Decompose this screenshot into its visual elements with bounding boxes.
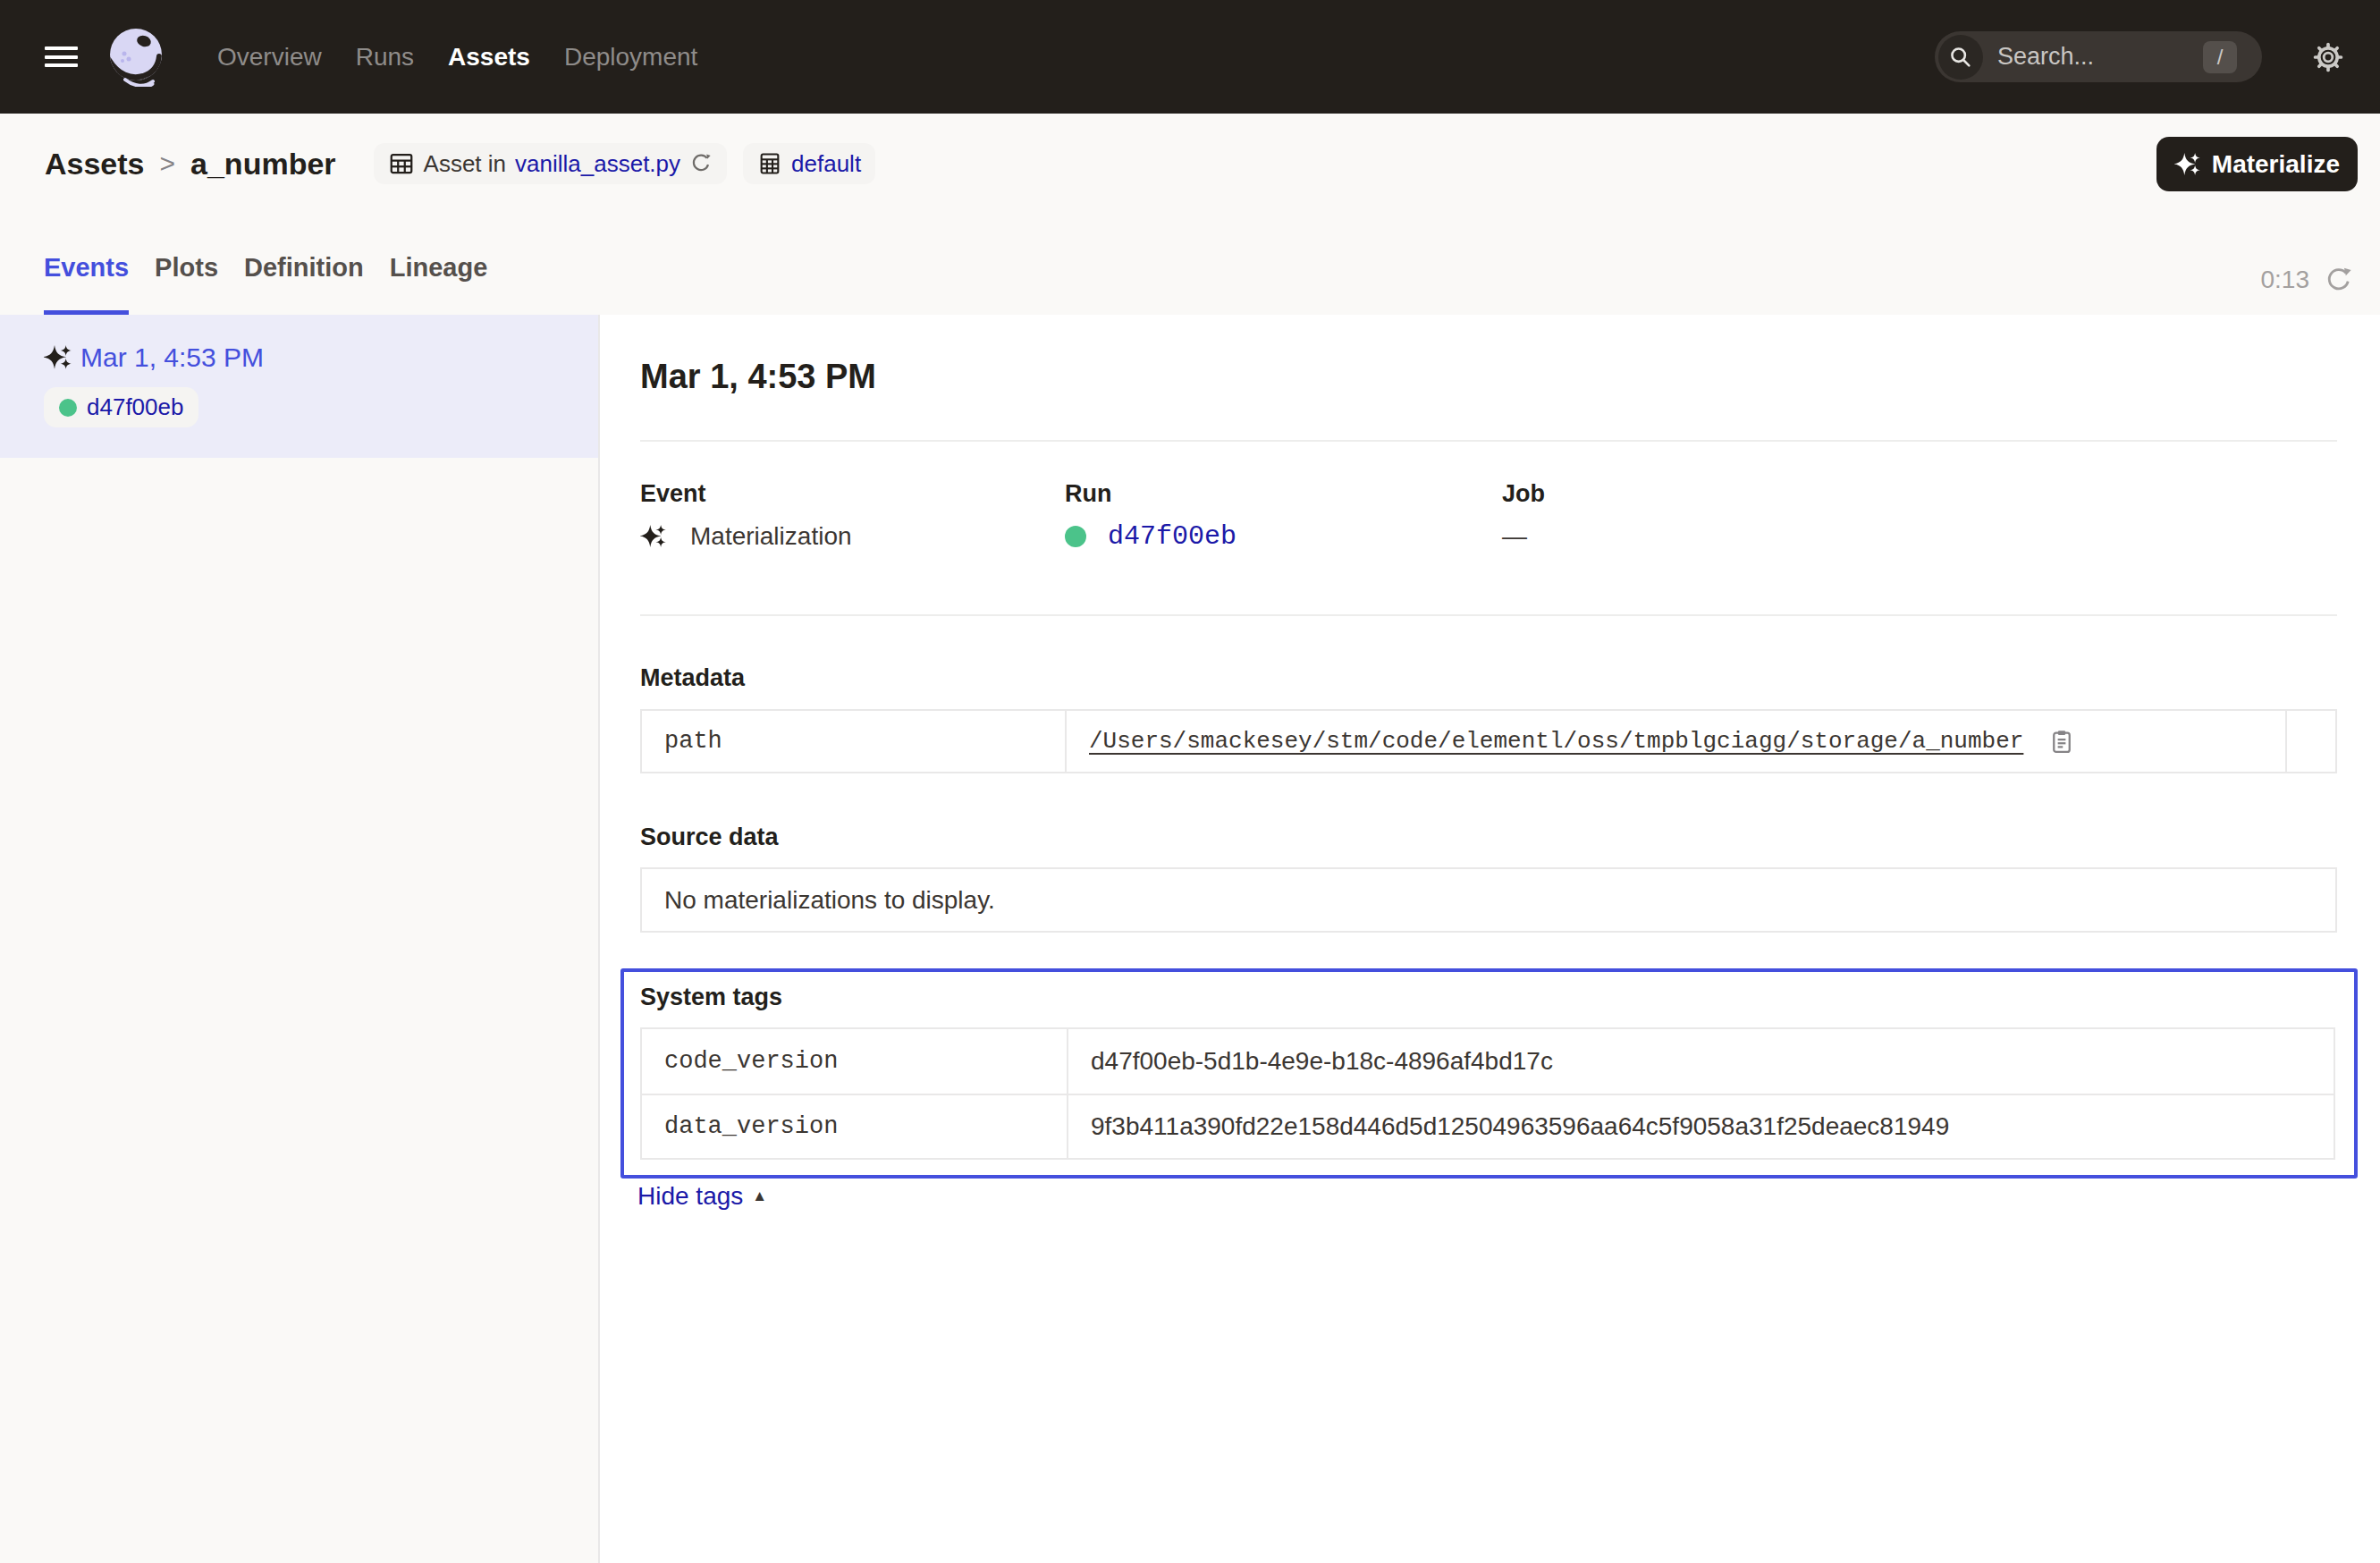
event-detail: Mar 1, 4:53 PM Event Materialization Run — [600, 315, 2380, 1563]
system-tags-heading: System tags — [640, 982, 2335, 1012]
search-input[interactable]: Search... / — [1935, 31, 2262, 82]
source-data-heading: Source data — [640, 822, 2337, 852]
group-icon — [757, 151, 782, 176]
event-column-label: Event — [640, 478, 1065, 509]
tab-lineage[interactable]: Lineage — [390, 251, 488, 315]
nav-item-runs[interactable]: Runs — [356, 43, 414, 72]
system-tags-section: System tags code_version d47f00eb-5d1b-4… — [620, 968, 2358, 1179]
run-status-dot — [59, 399, 77, 417]
search-shortcut-badge: / — [2203, 41, 2237, 73]
event-detail-title: Mar 1, 4:53 PM — [640, 356, 2337, 397]
tab-events[interactable]: Events — [44, 251, 129, 315]
tab-plots[interactable]: Plots — [155, 251, 218, 315]
table-icon — [388, 150, 415, 177]
caret-up-icon: ▲ — [752, 1187, 767, 1205]
gear-icon[interactable] — [2313, 42, 2343, 72]
page-header: Assets > a_number Asset in vanilla_asset… — [0, 114, 2380, 315]
metadata-key: path — [642, 711, 1065, 772]
sparkle-icon — [2174, 151, 2201, 178]
reload-icon[interactable] — [689, 152, 713, 175]
asset-tag-prefix: Asset in — [424, 150, 507, 178]
main: Mar 1, 4:53 PM d47f00eb Mar 1, 4:53 PM E… — [0, 315, 2380, 1563]
metadata-heading: Metadata — [640, 663, 2337, 693]
event-run-tag[interactable]: d47f00eb — [44, 387, 198, 427]
source-data-empty-message: No materializations to display. — [664, 886, 995, 915]
run-id-link[interactable]: d47f00eb — [1108, 521, 1236, 552]
refresh-icon[interactable] — [2324, 265, 2354, 295]
nav-item-deployment[interactable]: Deployment — [564, 43, 697, 72]
tag-key: code_version — [642, 1029, 1067, 1094]
search-placeholder: Search... — [1997, 43, 2094, 71]
run-status-dot — [1065, 526, 1086, 547]
metadata-table: path /Users/smackesey/stm/code/elementl/… — [640, 709, 2337, 773]
nav-item-overview[interactable]: Overview — [217, 43, 322, 72]
metadata-action-cell — [2285, 711, 2335, 772]
hide-tags-link[interactable]: Hide tags ▲ — [637, 1182, 767, 1211]
system-tags-table: code_version d47f00eb-5d1b-4e9e-b18c-489… — [640, 1027, 2335, 1160]
copy-icon[interactable] — [2048, 728, 2075, 755]
group-tag-label[interactable]: default — [791, 150, 861, 178]
materialize-label: Materialize — [2212, 150, 2340, 179]
event-run-id: d47f00eb — [87, 393, 183, 421]
menu-icon[interactable] — [45, 46, 78, 67]
source-data-empty: No materializations to display. — [640, 867, 2337, 933]
job-value: — — [1502, 522, 1527, 551]
event-list-item[interactable]: Mar 1, 4:53 PM d47f00eb — [0, 315, 598, 458]
group-tag[interactable]: default — [743, 143, 875, 184]
hide-tags-label: Hide tags — [637, 1182, 743, 1211]
event-date: Mar 1, 4:53 PM — [80, 342, 264, 373]
materialize-button[interactable]: Materialize — [2156, 137, 2358, 191]
tabs: Events Plots Definition Lineage — [44, 251, 487, 315]
event-type-value: Materialization — [690, 522, 852, 551]
tag-key: data_version — [642, 1094, 1067, 1158]
asset-definition-tag[interactable]: Asset in vanilla_asset.py — [374, 143, 728, 184]
breadcrumb-assets[interactable]: Assets — [45, 147, 145, 182]
tag-value: 9f3b411a390fd22e158d446d5d12504963596aa6… — [1067, 1094, 2334, 1158]
asset-file-link[interactable]: vanilla_asset.py — [515, 150, 680, 178]
breadcrumb: Assets > a_number Asset in vanilla_asset… — [45, 128, 2380, 199]
metadata-path-link[interactable]: /Users/smackesey/stm/code/elementl/oss/t… — [1089, 728, 2023, 755]
top-nav: Overview Runs Assets Deployment Search..… — [0, 0, 2380, 114]
materialization-sparkle-icon — [640, 523, 667, 550]
tag-value: d47f00eb-5d1b-4e9e-b18c-4896af4bd17c — [1067, 1029, 2334, 1094]
nav-item-assets[interactable]: Assets — [448, 43, 530, 72]
search-icon — [1938, 35, 1983, 80]
nav-links: Overview Runs Assets Deployment — [217, 43, 697, 72]
events-sidebar: Mar 1, 4:53 PM d47f00eb — [0, 315, 600, 1563]
run-column-label: Run — [1065, 478, 1502, 509]
breadcrumb-separator: > — [160, 148, 176, 179]
tab-definition[interactable]: Definition — [244, 251, 364, 315]
materialization-sparkle-icon — [44, 343, 72, 372]
refresh-countdown: 0:13 — [2261, 266, 2310, 294]
breadcrumb-asset-name: a_number — [190, 147, 336, 182]
dagster-logo-icon[interactable] — [107, 28, 166, 87]
job-column-label: Job — [1502, 478, 1545, 509]
